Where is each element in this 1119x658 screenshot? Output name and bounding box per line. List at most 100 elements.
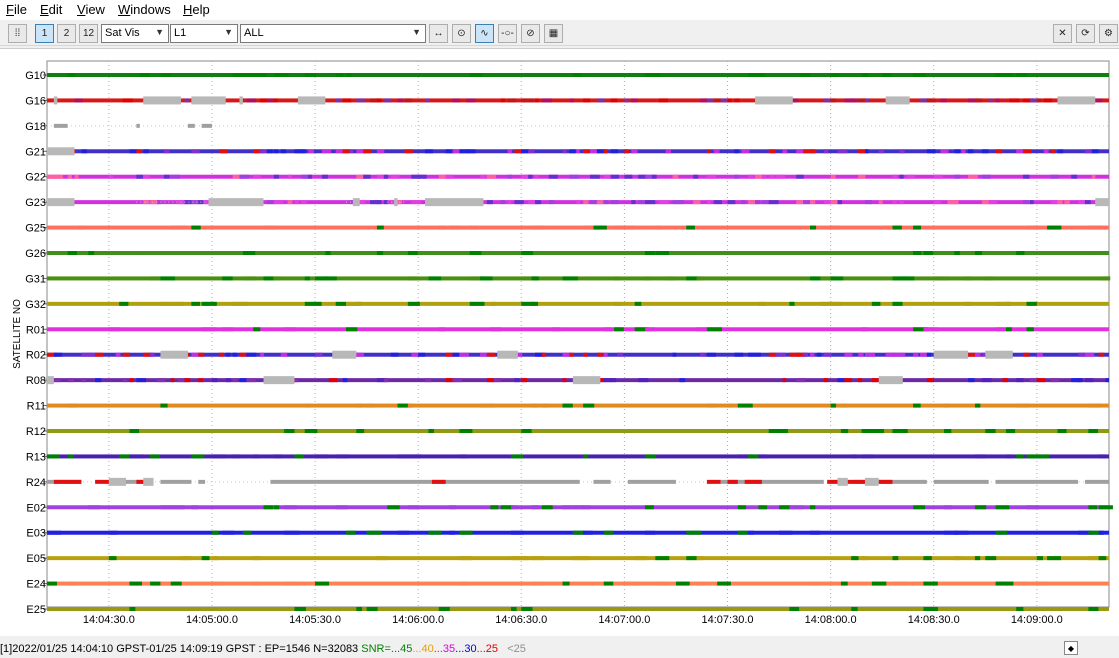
snr-segment: [954, 149, 961, 154]
satellite-label: R01: [26, 324, 46, 336]
fit-horizontal-icon: ↔: [433, 28, 444, 39]
snr-segment: [830, 73, 840, 77]
snr-segment: [466, 98, 476, 103]
menu-windows[interactable]: Windows: [118, 2, 171, 17]
snr-segment: [129, 607, 136, 611]
snr-segment: [510, 607, 517, 611]
snr-segment: [438, 607, 450, 611]
snr-segment: [816, 352, 822, 357]
grid-button[interactable]: ▦: [544, 24, 563, 43]
freq-1-button[interactable]: 1: [35, 24, 54, 43]
reload-button[interactable]: ⟳: [1076, 24, 1095, 43]
menu-file[interactable]: File: [6, 2, 27, 17]
data-gap: [143, 96, 182, 105]
snr-segment: [480, 276, 493, 281]
snr-segment: [198, 378, 204, 383]
snr-segment: [88, 251, 95, 255]
snr-segment: [988, 98, 993, 103]
snr-segment: [995, 251, 1002, 255]
snr-segment: [610, 149, 619, 154]
plot-area[interactable]: 14:04:30.0 14:05:00.0 14:05:30.0 14:06:00.0…: [0, 48, 1119, 636]
snr-segment: [603, 149, 608, 154]
snr-segment: [758, 454, 767, 459]
visibility-segment: [187, 123, 195, 128]
snr-segment: [985, 251, 994, 255]
satellite-label: G26: [25, 248, 46, 260]
frequency-select[interactable]: L1 ▼: [170, 24, 238, 43]
snr-segment: [840, 581, 848, 586]
show-point-button[interactable]: -○-: [498, 24, 517, 43]
snr-segment: [57, 429, 73, 433]
snr-segment: [211, 556, 219, 561]
snr-segment: [129, 429, 140, 433]
snr-segment: [139, 73, 151, 77]
menu-view[interactable]: View: [77, 2, 105, 17]
snr-segment: [366, 530, 382, 535]
snr-segment: [346, 327, 358, 332]
center-button[interactable]: ⊙: [452, 24, 471, 43]
snr-segment: [940, 98, 947, 103]
snr-segment: [67, 251, 77, 255]
status-toggle-button[interactable]: ◆: [1064, 641, 1078, 655]
x-tick-label: 14:05:30.0: [289, 614, 341, 626]
snr-segment: [201, 301, 217, 306]
snr-segment: [789, 301, 795, 306]
snr-segment: [1005, 429, 1016, 433]
menu-edit[interactable]: Edit: [40, 2, 62, 17]
snr-segment: [459, 429, 473, 433]
snr-segment: [562, 149, 567, 154]
snr-segment: [531, 276, 539, 281]
snr-segment: [696, 276, 705, 281]
snr-segment: [645, 73, 661, 77]
snr-segment: [861, 556, 868, 561]
snr-segment: [452, 352, 459, 357]
options-button[interactable]: ⚙: [1099, 24, 1118, 43]
snr-segment: [531, 505, 540, 510]
satellite-select[interactable]: ALL ▼: [240, 24, 426, 43]
satellite-label: G18: [25, 121, 46, 133]
snr-segment: [304, 73, 317, 77]
satellite-label: E05: [26, 553, 46, 565]
snr-segment: [706, 200, 712, 205]
menu-help[interactable]: Help: [183, 2, 210, 17]
snr-segment: [273, 276, 282, 281]
snr-segment: [1026, 327, 1034, 332]
snr-segment: [700, 352, 706, 357]
mask-button[interactable]: ⊘: [521, 24, 540, 43]
snr-segment: [459, 581, 469, 586]
snr-segment: [521, 429, 533, 433]
snr-segment: [913, 581, 924, 586]
data-gap: [1095, 198, 1109, 207]
toggle-points-button[interactable]: ⁞⁞: [8, 24, 27, 43]
snr-segment: [871, 429, 884, 433]
snr-segment: [830, 225, 840, 230]
snr-segment: [184, 378, 191, 383]
snr-segment: [95, 378, 102, 383]
snr-segment: [428, 276, 442, 281]
snr-segment: [376, 98, 382, 103]
plot-type-select[interactable]: Sat Vis ▼: [101, 24, 169, 43]
snr-segment: [1026, 505, 1040, 510]
snr-segment: [136, 378, 146, 383]
snr-segment: [981, 200, 990, 205]
x-tick-label: 14:08:30.0: [908, 614, 960, 626]
clear-button[interactable]: ✕: [1053, 24, 1072, 43]
snr-segment: [645, 276, 651, 281]
snr-segment: [253, 73, 267, 77]
snr-segment: [899, 352, 906, 357]
snr-segment: [1088, 505, 1098, 510]
freq-12-button[interactable]: 12: [79, 24, 98, 43]
fit-horizontal-button[interactable]: ↔: [429, 24, 448, 43]
x-tick-label: 14:07:30.0: [702, 614, 754, 626]
show-track-button[interactable]: ∿: [475, 24, 494, 43]
snr-segment: [610, 174, 619, 179]
freq-2-button[interactable]: 2: [57, 24, 76, 43]
satellite-visibility-chart[interactable]: 14:04:30.0 14:05:00.0 14:05:30.0 14:06:00.0…: [0, 49, 1119, 637]
snr-segment: [968, 352, 976, 357]
snr-segment: [1026, 301, 1037, 306]
status-text: [1]2022/01/25 14:04:10 GPST-01/25 14:09:…: [0, 643, 526, 655]
snr-segment: [328, 378, 338, 383]
snr-segment: [253, 174, 261, 179]
center-icon: ⊙: [457, 28, 466, 39]
snr-segment: [459, 251, 470, 255]
